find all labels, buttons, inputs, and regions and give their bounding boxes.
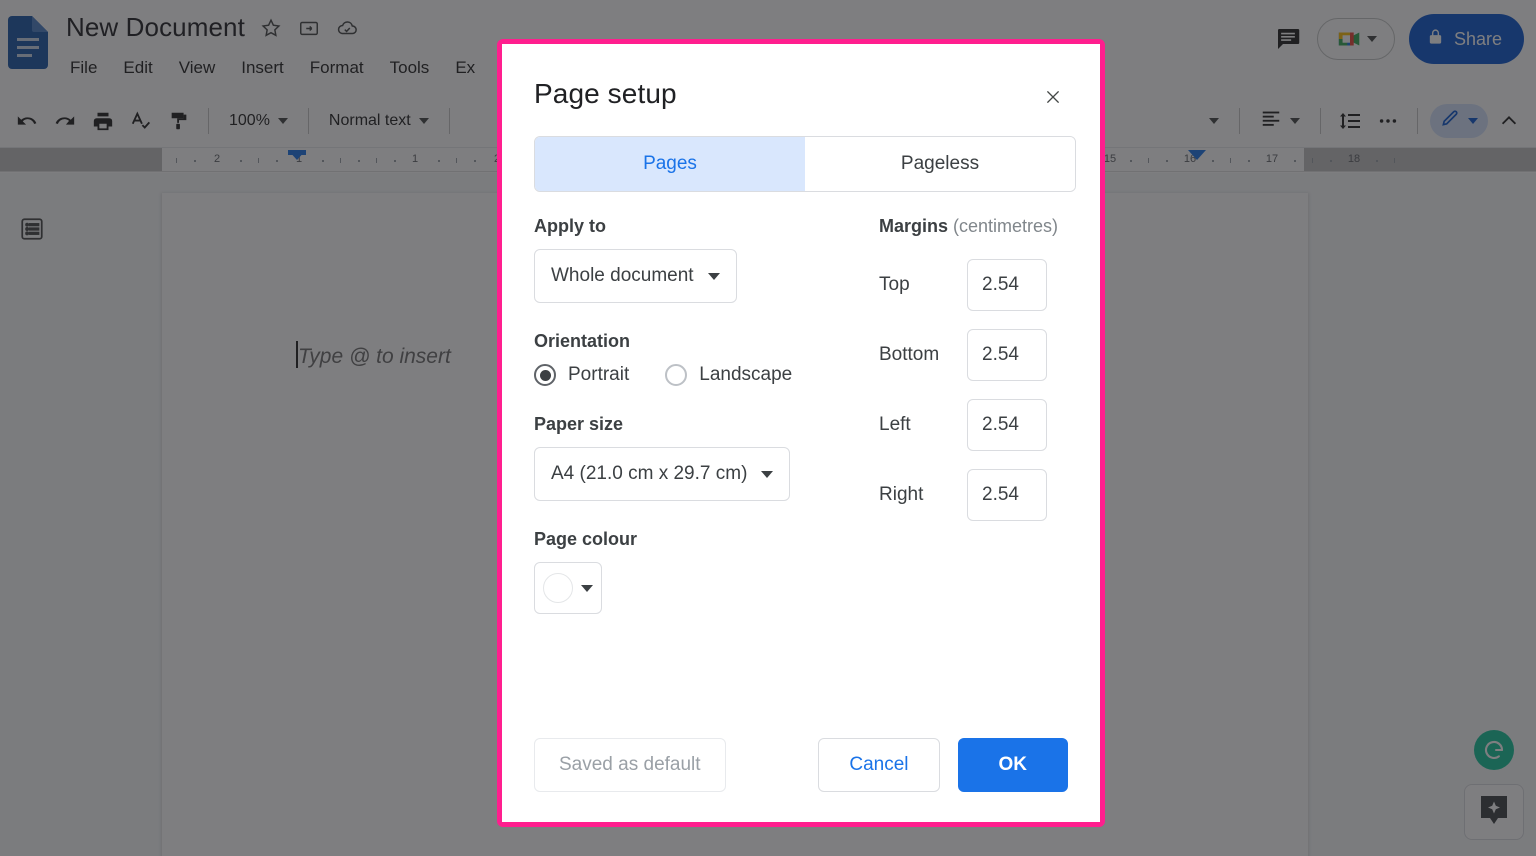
margin-row-bottom: Bottom [879, 329, 1068, 381]
margin-row-right: Right [879, 469, 1068, 521]
page-colour-label: Page colour [534, 529, 638, 549]
orientation-group: Orientation Portrait Landscape [534, 331, 879, 386]
page-setup-dialog: Page setup Pages Pageless Apply to Whole [502, 44, 1100, 822]
dialog-header: Page setup [534, 78, 1068, 112]
saved-as-default-button: Saved as default [534, 738, 726, 792]
orientation-label: Orientation [534, 331, 631, 351]
page-setup-dialog-highlight: Page setup Pages Pageless Apply to Whole [497, 39, 1105, 827]
radio-landscape-indicator [665, 364, 688, 386]
chevron-down-icon [707, 272, 720, 280]
margin-top-label: Top [879, 274, 910, 295]
margin-bottom-label: Bottom [879, 344, 940, 365]
page-colour-swatch [543, 573, 573, 603]
orientation-radio-group: Portrait Landscape [534, 364, 879, 386]
margins-unit: (centimetres) [953, 216, 1059, 236]
page-colour-picker[interactable] [534, 562, 602, 614]
paper-size-label: Paper size [534, 414, 624, 434]
margins-heading: Margins (centimetres) [879, 216, 1068, 237]
margin-row-left: Left [879, 399, 1068, 451]
tab-pageless[interactable]: Pageless [805, 137, 1075, 191]
margin-left-label: Left [879, 414, 911, 435]
page-colour-group: Page colour [534, 529, 879, 614]
apply-to-value: Whole document [551, 265, 694, 286]
dialog-title: Page setup [534, 78, 677, 109]
margin-right-input[interactable] [967, 469, 1047, 521]
screen-root: New Document [0, 0, 1536, 856]
apply-to-group: Apply to Whole document [534, 216, 879, 303]
ok-button[interactable]: OK [957, 738, 1068, 792]
apply-to-select[interactable]: Whole document [534, 249, 737, 303]
radio-portrait-indicator [534, 364, 556, 386]
chevron-down-icon [581, 584, 593, 592]
margin-row-top: Top [879, 259, 1068, 311]
paper-size-select[interactable]: A4 (21.0 cm x 29.7 cm) [534, 447, 791, 501]
layout-mode-tabs: Pages Pageless [534, 136, 1076, 192]
margin-bottom-input[interactable] [967, 329, 1047, 381]
margin-right-label: Right [879, 484, 924, 505]
paper-size-group: Paper size A4 (21.0 cm x 29.7 cm) [534, 414, 879, 501]
apply-to-label: Apply to [534, 216, 606, 236]
tab-pages[interactable]: Pages [535, 137, 805, 191]
dialog-right-column: Margins (centimetres) Top Bottom Left [879, 216, 1068, 642]
radio-landscape-label: Landscape [699, 364, 793, 385]
dialog-left-column: Apply to Whole document Orientation Port… [534, 216, 879, 642]
margin-top-input[interactable] [967, 259, 1047, 311]
radio-portrait[interactable]: Portrait [534, 364, 629, 386]
close-icon[interactable] [1038, 82, 1068, 112]
paper-size-value: A4 (21.0 cm x 29.7 cm) [551, 463, 748, 484]
margin-left-input[interactable] [967, 399, 1047, 451]
radio-landscape[interactable]: Landscape [665, 364, 792, 386]
radio-portrait-label: Portrait [568, 364, 630, 385]
margins-label: Margins [879, 216, 949, 236]
dialog-footer: Saved as default Cancel OK [534, 738, 1068, 792]
dialog-body: Apply to Whole document Orientation Port… [534, 216, 1068, 642]
cancel-button[interactable]: Cancel [818, 738, 940, 792]
chevron-down-icon [761, 470, 774, 478]
